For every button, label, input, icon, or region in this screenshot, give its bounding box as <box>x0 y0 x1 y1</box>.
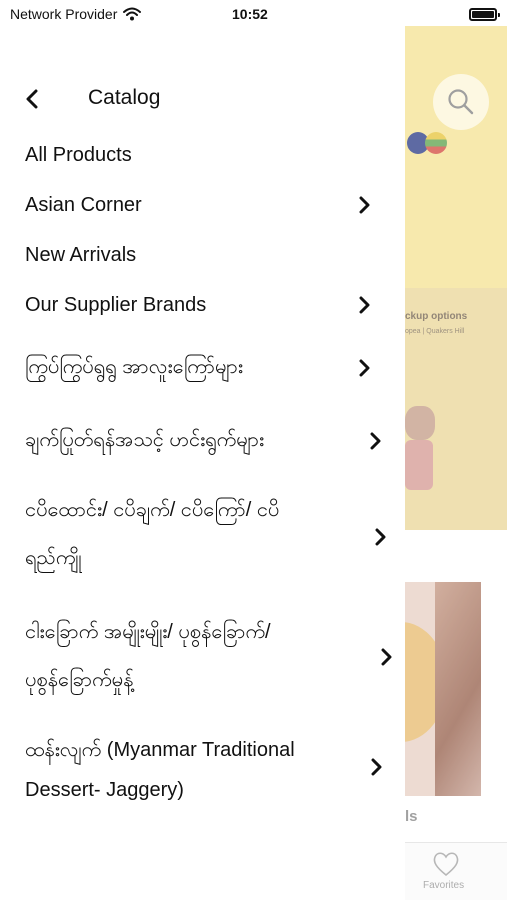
back-button[interactable] <box>20 87 44 111</box>
status-bar: Network Provider 10:52 <box>0 0 507 30</box>
background-app-content: ckup options opea | Quakers Hill ls Favo… <box>405 0 507 900</box>
menu-item-ready-vegetables[interactable]: ချက်ပြုတ်ရန်အသင့် ဟင်းရွက်များ <box>0 418 405 462</box>
menu-item-jaggery[interactable]: ထန်းလျက် (Myanmar Traditional Dessert- J… <box>0 730 405 810</box>
menu-item-label: Our Supplier Brands <box>25 294 207 316</box>
menu-item-asian-corner[interactable]: Asian Corner <box>0 185 405 225</box>
menu-item-label-line1: ငပိထောင်း/ ငပိချက်/ ငပိကြော်/ ငပိ <box>25 499 280 521</box>
menu-item-new-arrivals[interactable]: New Arrivals <box>0 235 405 275</box>
menu-item-all-products[interactable]: All Products <box>0 135 405 175</box>
menu-item-label: Asian Corner <box>25 194 142 216</box>
catalog-side-menu: Catalog All Products Asian Corner New Ar… <box>0 0 405 900</box>
menu-item-label-line1: ထန်းလျက် (Myanmar Traditional <box>25 739 295 761</box>
chevron-left-icon <box>26 89 38 109</box>
menu-item-dried-fish[interactable]: ငါးခြောက် အမျိုးမျိုး/ ပုစွန်ခြောက်/ ပုစ… <box>0 612 405 704</box>
menu-item-label: All Products <box>25 144 132 166</box>
menu-item-shrimp-paste[interactable]: ငပိထောင်း/ ငပိချက်/ ငပိကြော်/ ငပိ ရည်ကျိ… <box>0 490 405 582</box>
chevron-right-icon <box>367 431 383 451</box>
chevron-right-icon <box>368 757 384 777</box>
menu-item-label-line1: ငါးခြောက် အမျိုးမျိုး/ ပုစွန်ခြောက်/ <box>25 621 271 643</box>
chevron-right-icon <box>356 295 372 315</box>
status-time: 10:52 <box>232 6 268 22</box>
chevron-right-icon <box>372 527 388 547</box>
menu-item-potato-chips[interactable]: ကြွပ်ကြွပ်ရွရွ အာလူးကြော်များ <box>0 345 405 389</box>
menu-title: Catalog <box>88 86 161 109</box>
menu-item-label-line2: ရည်ကျို <box>25 547 82 569</box>
menu-header: Catalog <box>0 78 405 120</box>
menu-item-label-line2: Dessert- Jaggery) <box>25 779 184 801</box>
chevron-right-icon <box>356 358 372 378</box>
menu-item-supplier-brands[interactable]: Our Supplier Brands <box>0 285 405 325</box>
chevron-right-icon <box>378 647 394 667</box>
menu-item-label-line2: ပုစွန်ခြောက်မှုန့် <box>25 669 134 691</box>
wifi-icon <box>123 7 142 21</box>
carrier-name: Network Provider <box>10 6 118 22</box>
chevron-right-icon <box>356 195 372 215</box>
battery-icon <box>469 8 500 21</box>
menu-item-label: ချက်ပြုတ်ရန်အသင့် ဟင်းရွက်များ <box>25 429 265 451</box>
menu-item-label: ကြွပ်ကြွပ်ရွရွ အာလူးကြော်များ <box>25 356 243 378</box>
menu-item-label: New Arrivals <box>25 244 137 266</box>
